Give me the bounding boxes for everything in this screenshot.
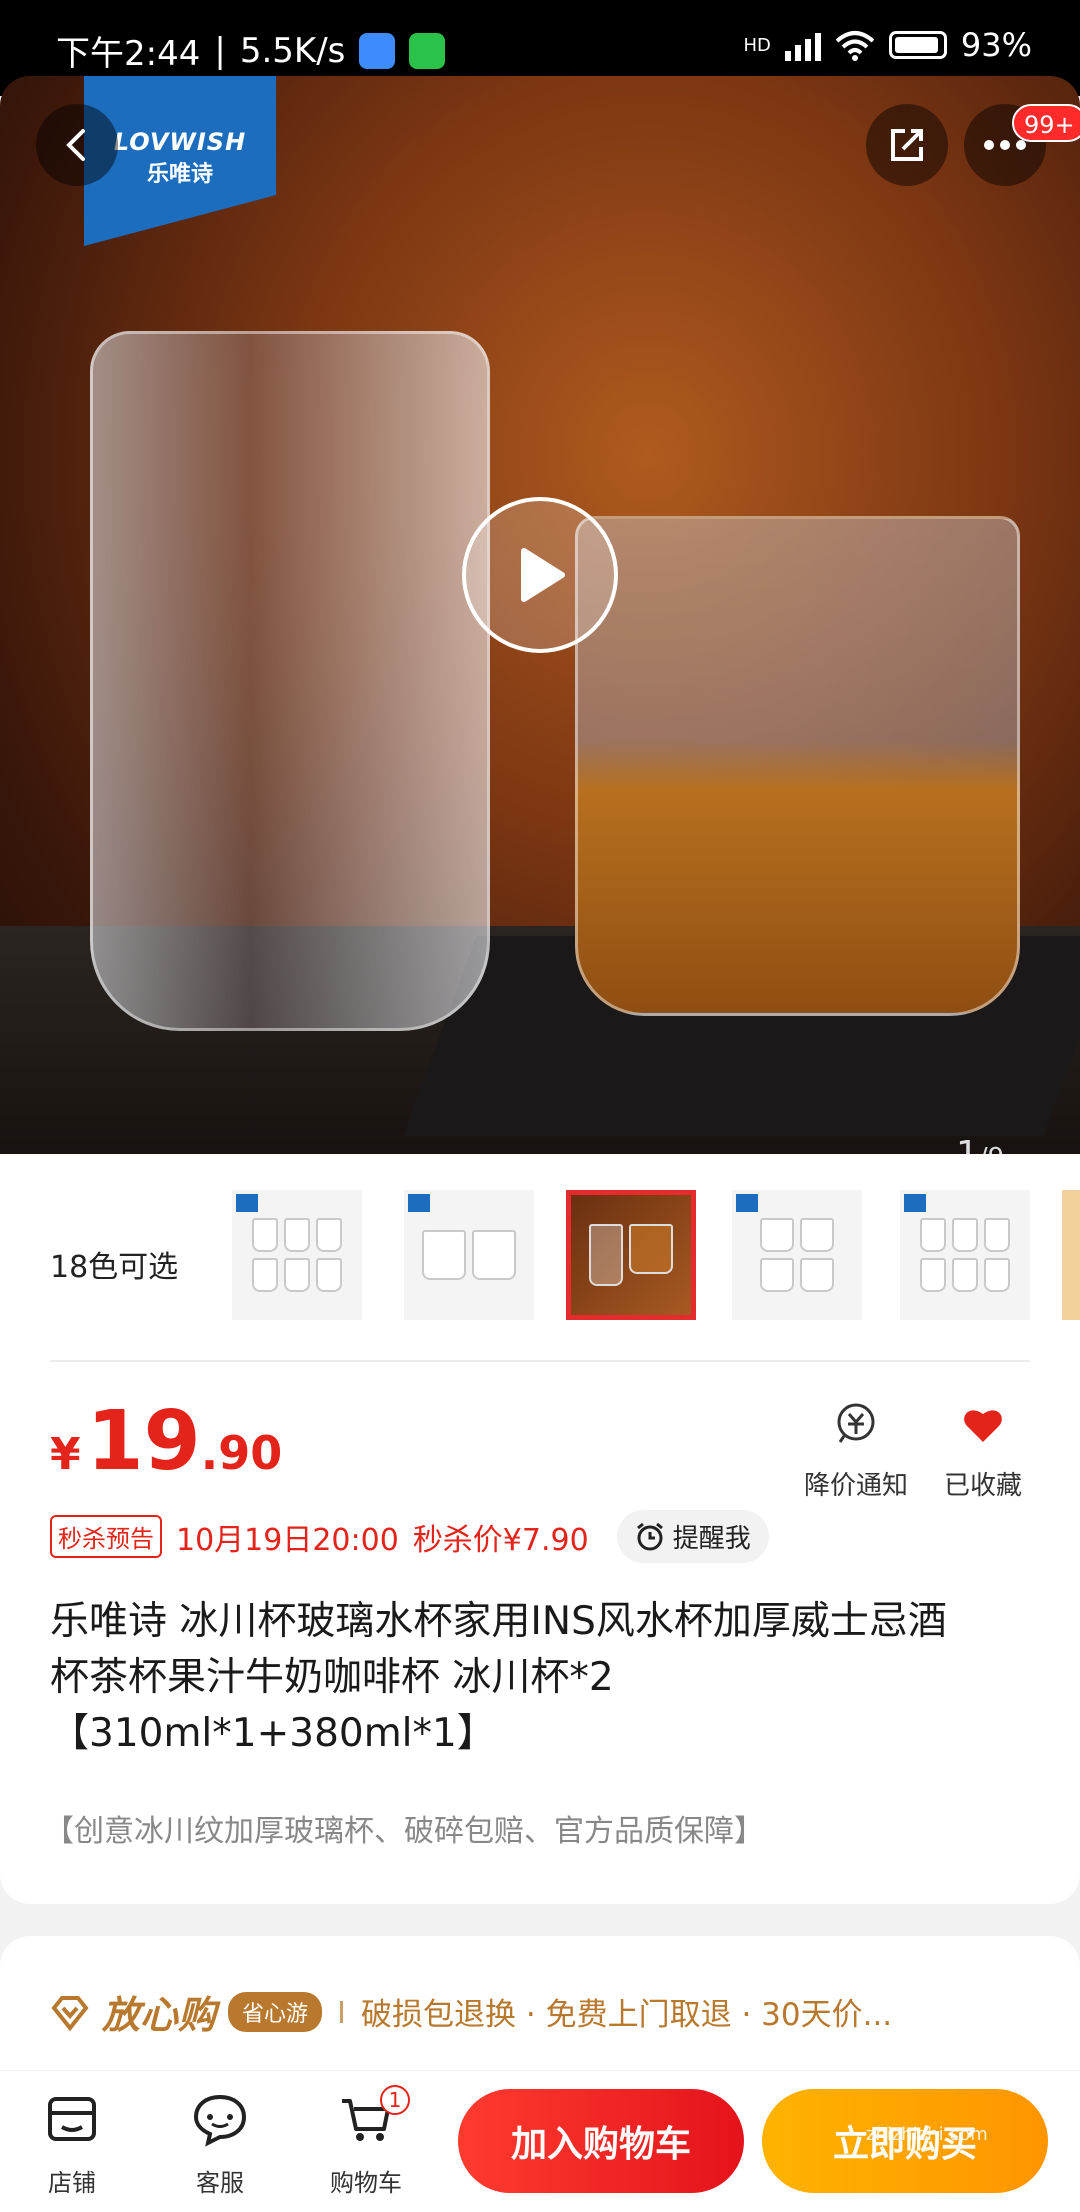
status-speed: 5.5K/s xyxy=(239,30,346,71)
variant-thumb-4-pack[interactable] xyxy=(732,1190,862,1320)
cart-tab[interactable]: 1 购物车 xyxy=(316,2085,416,2198)
store-tab[interactable]: 店铺 xyxy=(22,2091,122,2198)
network-type: HD xyxy=(743,34,771,56)
flash-sale-tag: 秒杀预告 xyxy=(50,1515,162,1558)
page-current: 1 xyxy=(956,1134,979,1154)
customer-service-tab[interactable]: 客服 xyxy=(170,2091,270,2198)
divider xyxy=(50,1360,1030,1362)
variant-thumb-6-pack-b[interactable] xyxy=(900,1190,1030,1320)
guarantee-description: 破损包退换 · 免费上门取退 · 30天价... xyxy=(361,1997,893,2033)
chat-bubble-icon xyxy=(193,2094,247,2147)
guarantee-separator xyxy=(340,2000,344,2023)
guarantee-title: 放心购 xyxy=(102,1993,217,2037)
page-total: /9 xyxy=(979,1143,1004,1154)
remind-me-button[interactable]: 提醒我 xyxy=(616,1510,769,1563)
battery-icon xyxy=(888,31,947,59)
wifi-icon xyxy=(835,31,875,61)
guarantee-badge: 省心游 xyxy=(228,1991,323,2032)
variant-thumb-2-pack[interactable] xyxy=(404,1190,534,1320)
product-info-card: 18色可选 ¥ 19 .90 降价通知 已收藏 秒杀预告 10月19日20:00… xyxy=(0,1154,1080,1904)
price-alert-button[interactable]: 降价通知 xyxy=(804,1402,908,1502)
status-separator: | xyxy=(214,30,226,71)
notification-app-icon xyxy=(359,32,396,69)
product-subtitle: 【创意冰川纹加厚玻璃杯、破碎包赔、官方品质保障】 xyxy=(44,1814,764,1849)
back-button[interactable] xyxy=(36,104,118,186)
status-time: 下午2:44 xyxy=(56,34,201,74)
brand-swoosh xyxy=(84,224,276,246)
message-count-badge: 99+ xyxy=(1012,104,1080,142)
mini-logo xyxy=(904,1194,926,1212)
favorite-button[interactable]: 已收藏 xyxy=(944,1402,1022,1502)
play-icon xyxy=(521,548,565,602)
mini-logo xyxy=(236,1194,258,1212)
variant-thumb-partial[interactable] xyxy=(1062,1190,1080,1320)
store-label: 店铺 xyxy=(48,2169,96,2197)
store-icon xyxy=(48,2097,96,2141)
battery-level xyxy=(894,37,938,53)
wechat-icon xyxy=(409,32,446,69)
cart-count-badge: 1 xyxy=(380,2085,410,2115)
mini-logo xyxy=(736,1194,758,1212)
share-icon xyxy=(891,129,923,161)
alarm-clock-icon xyxy=(636,1522,663,1550)
play-video-button[interactable] xyxy=(462,497,618,653)
customer-service-label: 客服 xyxy=(196,2169,244,2197)
chevron-left-icon xyxy=(66,129,85,161)
status-right: HD 93% xyxy=(743,26,1032,64)
battery-percent: 93% xyxy=(960,26,1032,64)
favorite-label: 已收藏 xyxy=(944,1471,1023,1501)
short-glass-image xyxy=(575,516,1020,1016)
price-decimal: .90 xyxy=(200,1426,283,1480)
status-left: 下午2:44 | 5.5K/s xyxy=(56,26,446,75)
price: ¥ 19 .90 xyxy=(50,1394,282,1489)
watermark: zhizhizhi.com xyxy=(866,2124,988,2145)
price-alert-icon xyxy=(837,1403,875,1443)
cart-label: 购物车 xyxy=(330,2169,402,2197)
price-currency: ¥ xyxy=(50,1429,81,1480)
variant-thumb-selected[interactable] xyxy=(566,1190,696,1320)
image-page-indicator: 1/9 xyxy=(956,1134,1004,1154)
mini-logo xyxy=(408,1194,430,1212)
price-integer: 19 xyxy=(86,1394,201,1489)
signal-icon xyxy=(784,29,821,61)
diamond-heart-icon xyxy=(51,1995,89,2031)
flash-sale-row: 秒杀预告 10月19日20:00 秒杀价¥7.90 提醒我 xyxy=(50,1510,769,1563)
more-icon xyxy=(984,140,1026,150)
remind-me-label: 提醒我 xyxy=(672,1524,751,1554)
share-button[interactable] xyxy=(866,104,948,186)
flash-sale-price: 秒杀价¥7.90 xyxy=(412,1522,589,1558)
flash-sale-time: 10月19日20:00 xyxy=(176,1522,399,1558)
price-alert-label: 降价通知 xyxy=(804,1471,909,1501)
tall-glass-image xyxy=(90,331,490,1031)
variant-thumb-6-pack[interactable] xyxy=(232,1190,362,1320)
product-title: 乐唯诗 冰川杯玻璃水杯家用INS风水杯加厚威士忌酒杯茶杯果汁牛奶咖啡杯 冰川杯*… xyxy=(50,1599,947,1756)
add-to-cart-button[interactable]: 加入购物车 xyxy=(458,2089,744,2193)
guarantee-row: 放心购 省心游 破损包退换 · 免费上门取退 · 30天价... xyxy=(50,1984,892,2039)
variant-count-label: 18色可选 xyxy=(50,1250,179,1285)
heart-icon xyxy=(964,1410,1002,1442)
